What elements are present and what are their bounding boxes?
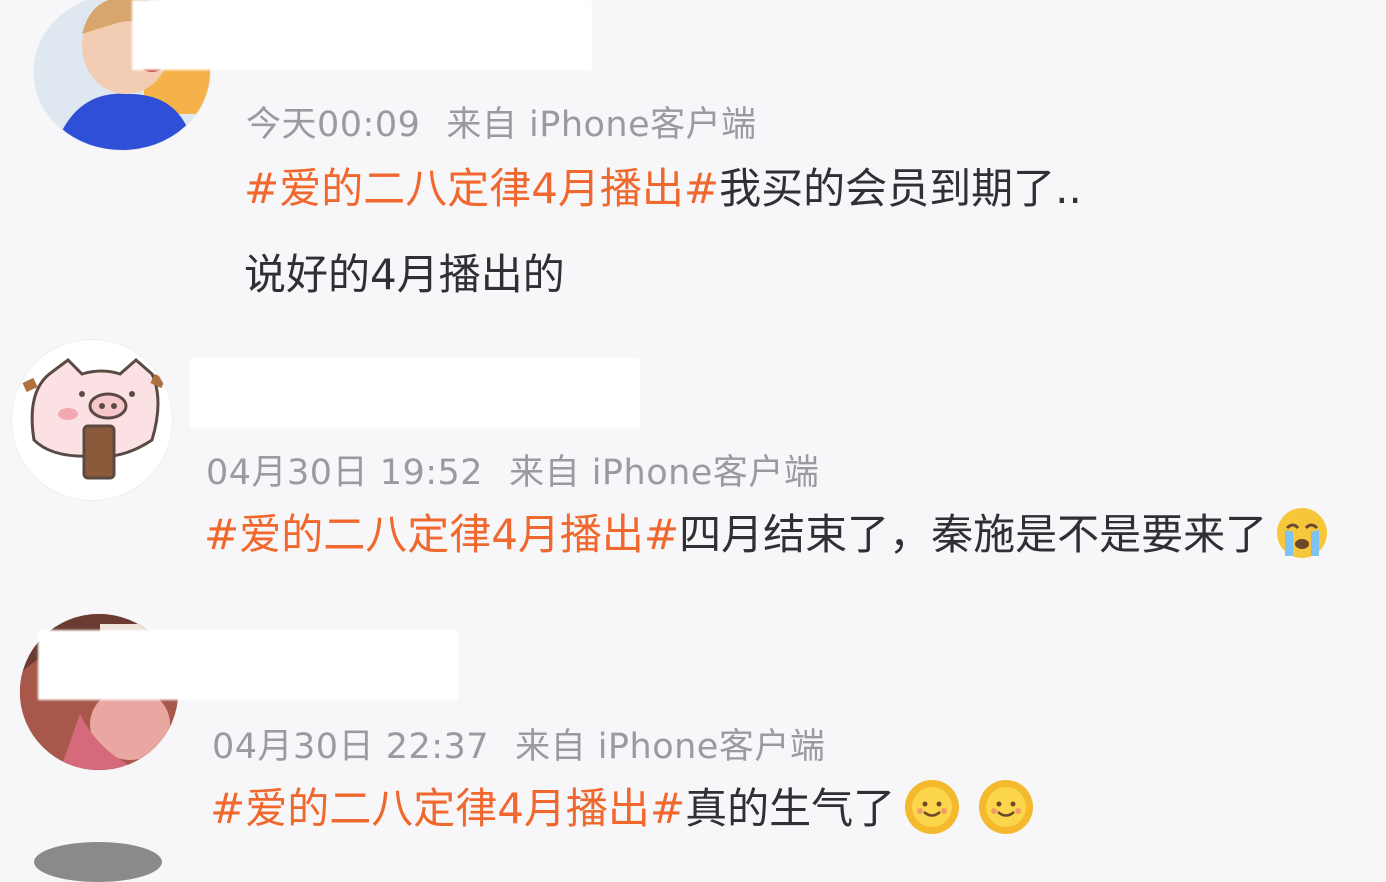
post-time: 04月30日 19:52 [206, 453, 484, 493]
post-text: #爱的二八定律4月播出#我买的会员到期了.. [244, 164, 1082, 213]
post-source: 来自 iPhone客户端 [515, 727, 826, 767]
post-text: #爱的二八定律4月播出#真的生气了 [210, 778, 1035, 845]
post-meta: 04月30日 19:52 来自 iPhone客户端 [206, 444, 819, 495]
post-text: #爱的二八定律4月播出#四月结束了，秦施是不是要来了 [204, 506, 1329, 569]
username-redacted [190, 358, 640, 428]
post-body: 四月结束了，秦施是不是要来了 [679, 510, 1268, 560]
comment-item: 今天00:09 来自 iPhone客户端 #爱的二八定律4月播出#我买的会员到期了… [0, 0, 1386, 330]
post-body: 我买的会员到期了.. [719, 164, 1082, 213]
sun-smile-emoji-icon [903, 778, 961, 845]
post-source: 来自 iPhone客户端 [509, 453, 820, 493]
user-avatar[interactable] [12, 340, 172, 500]
post-time: 今天00:09 [246, 105, 421, 145]
username-redacted [38, 630, 458, 700]
comment-item: 04月30日 22:37 来自 iPhone客户端 #爱的二八定律4月播出#真的生… [0, 600, 1386, 854]
hashtag-link[interactable]: #爱的二八定律4月播出# [204, 510, 679, 559]
hashtag-link[interactable]: #爱的二八定律4月播出# [244, 164, 719, 213]
post-meta: 今天00:09 来自 iPhone客户端 [246, 96, 757, 147]
next-user-avatar[interactable] [34, 842, 162, 882]
sun-smile-emoji-icon [977, 778, 1035, 845]
crying-emoji-icon [1275, 506, 1329, 569]
post-body: 真的生气了 [685, 784, 896, 834]
username-redacted [132, 0, 592, 70]
post-text-line-2: 说好的4月播出的 [244, 250, 565, 299]
hashtag-link[interactable]: #爱的二八定律4月播出# [210, 784, 685, 833]
comment-item: 04月30日 19:52 来自 iPhone客户端 #爱的二八定律4月播出#四月结… [0, 330, 1386, 600]
post-meta: 04月30日 22:37 来自 iPhone客户端 [212, 718, 825, 769]
post-source: 来自 iPhone客户端 [446, 105, 757, 145]
post-time: 04月30日 22:37 [212, 727, 490, 767]
